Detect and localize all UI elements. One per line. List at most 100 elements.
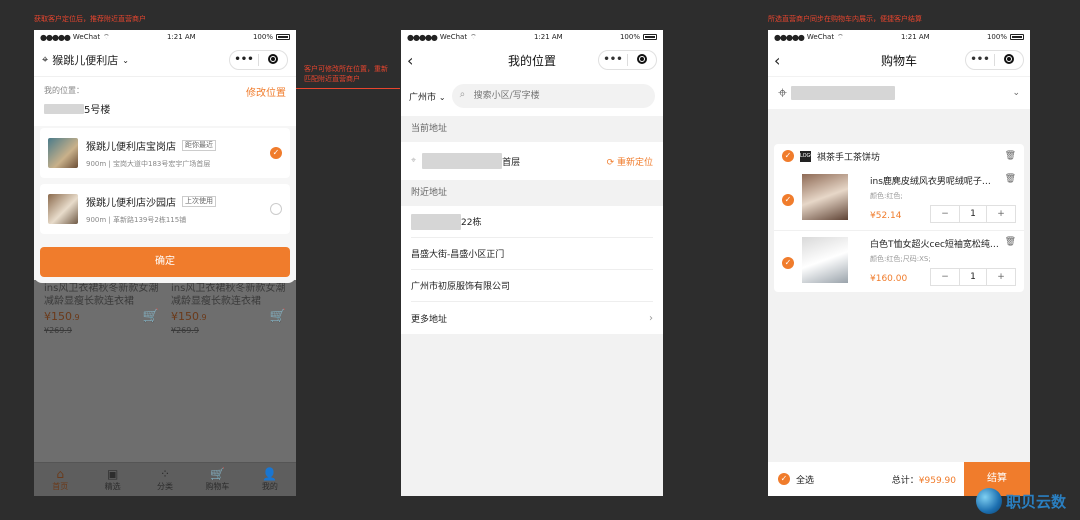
tab-home[interactable]: ⌂ 首页 [34,463,86,496]
phone-cart: ●●●●● WeChat ⌔ 1:21 AM 100% ‹ 购物车 ••• ⌖ ⌄ … [768,30,1030,496]
quantity-stepper: − 1 + [930,268,1016,286]
battery-icon [1009,34,1024,40]
list-item[interactable]: 广州市初原服饰有限公司 [411,270,653,302]
cart-total: 总计：¥959.90 [891,475,956,486]
store-name: 猴跳儿便利店沙园店 [86,197,176,209]
store-distance: 900m [86,215,107,224]
cart-icon[interactable]: 🛒 [143,310,159,324]
list-item[interactable]: 22栋 [411,206,653,238]
plus-button[interactable]: + [987,269,1015,285]
cart-shop-card: ✓ LOGO 祺茶手工茶饼坊 🗑 ✓ ins鹿麂皮绒风衣男呢绒呢子… 颜色:红色… [774,144,1024,292]
delivery-address[interactable]: ⌖ ⌄ [768,77,1030,109]
item-title: 白色T恤女超火cec短袖宽松纯… [870,240,999,250]
wifi-icon: ⌔ [470,32,477,41]
caption-3: 所选直营商户同步在购物车内展示，便捷客户结算 [768,15,922,23]
signal-icon: ●●●●● [407,32,438,42]
cart-icon[interactable]: 🛒 [270,310,286,324]
status-bar: ●●●●● WeChat ⌔ 1:21 AM 100% [768,30,1030,44]
globe-logo-icon [975,488,1002,514]
tab-bar: ⌂ 首页 ▣ 精选 ⁘ 分类 🛒 购物车 👤 我的 [34,462,296,496]
store-distance: 900m [86,159,107,168]
current-address-header: 当前地址 [401,116,663,142]
minus-button[interactable]: − [931,269,959,285]
tab-featured[interactable]: ▣ 精选 [86,463,138,496]
total-value: ¥959.90 [918,475,956,486]
redacted-text [44,103,84,114]
location-pin-icon: ⌖ [42,53,49,66]
product-price-decimal: .9 [72,313,80,322]
trash-icon[interactable]: 🗑 [1005,151,1016,161]
check-icon[interactable]: ✓ [782,194,794,206]
status-bar: ●●●●● WeChat ⌔ 1:21 AM 100% [34,30,296,44]
shop-logo: LOGO [800,150,814,162]
store-tag: 上次使用 [182,195,216,207]
item-spec: 颜色:红色;尺码:XS; [870,255,931,263]
product-old-price: ¥269.9 [171,326,199,335]
select-all-check-icon[interactable]: ✓ [778,473,790,485]
back-icon[interactable]: ‹ [774,51,794,70]
confirm-button[interactable]: 确定 [40,247,290,277]
store-option[interactable]: 猴跳儿便利店沙园店 上次使用 900m | 革新路139号2栋115铺 [40,184,290,234]
search-icon: ⌕ [459,89,466,100]
more-icon[interactable]: ••• [966,51,994,69]
cart-icon: 🛒 [209,467,225,481]
close-target-icon[interactable] [995,51,1023,69]
tab-category[interactable]: ⁘ 分类 [139,463,191,496]
watermark-text: 职贝云数 [1005,492,1066,511]
close-target-icon[interactable] [628,51,656,69]
product-card[interactable]: ins风卫衣裙秋冬新款女潮减龄显瘦长款连衣裙 ¥150.9 🛒 ¥269.9 [44,282,159,337]
trash-icon[interactable]: 🗑 [1005,237,1016,247]
more-icon[interactable]: ••• [230,51,258,69]
caption-1: 获取客户定位后，推荐附近直营商户 [34,15,146,23]
product-card[interactable]: ins风卫衣裙秋冬新款女潮减龄显瘦长款连衣裙 ¥150.9 🛒 ¥269.9 [171,282,286,337]
close-target-icon[interactable] [259,51,287,69]
product-price-decimal: .9 [199,313,207,322]
minus-button[interactable]: − [931,206,959,222]
tab-cart[interactable]: 🛒 购物车 [191,463,243,496]
mini-program-capsule: ••• [229,50,288,70]
trash-icon[interactable]: 🗑 [1005,174,1016,184]
quantity-value[interactable]: 1 [959,206,987,222]
product-old-price: ¥269.9 [44,326,72,335]
check-icon[interactable]: ✓ [782,257,794,269]
item-spec: 颜色:红色; [870,192,903,200]
item-title: ins鹿麂皮绒风衣男呢绒呢子… [870,177,991,187]
product-price-row: ¥150.9 🛒 [171,310,286,324]
nav-bar: ‹ 我的位置 ••• [401,44,663,76]
signal-icon: ●●●●● [774,32,805,42]
user-icon: 👤 [262,467,278,481]
location-address: 5号楼 [44,101,286,116]
nearby-address-list: 22栋 昌盛大街-昌盛小区正门 广州市初原服饰有限公司 更多地址 › [401,206,663,334]
quantity-value[interactable]: 1 [959,269,987,285]
plus-button[interactable]: + [987,206,1015,222]
product-thumbnail [802,237,848,283]
city-select[interactable]: 广州市 ⌄ [409,90,446,103]
store-thumbnail [48,194,78,224]
caption-2-pointer [290,88,400,89]
check-icon[interactable]: ✓ [270,147,282,159]
relocate-button[interactable]: ⟳ 重新定位 [607,155,653,168]
nav-bar: ⌖ 猴跳儿便利店 ⌄ ••• [34,44,296,76]
list-item[interactable]: 昌盛大街-昌盛小区正门 [411,238,653,270]
store-title[interactable]: 猴跳儿便利店 [52,52,118,68]
more-icon[interactable]: ••• [599,51,627,69]
chevron-down-icon[interactable]: ⌄ [122,56,129,65]
more-addresses[interactable]: 更多地址 › [411,302,653,334]
store-option[interactable]: 猴跳儿便利店宝岗店 距你最近 900m | 宝岗大道中183号宏宇广场首层 ✓ [40,128,290,178]
search-input[interactable] [451,84,655,108]
store-thumbnail [48,138,78,168]
location-pin-icon: ⌖ [778,83,788,102]
nav-bar: ‹ 购物车 ••• [768,44,1030,76]
edit-location-link[interactable]: 修改位置 [246,84,286,99]
back-icon[interactable]: ‹ [407,51,427,70]
chevron-right-icon: › [649,312,653,324]
product-price-row: ¥150.9 🛒 [44,310,159,324]
home-icon: ⌂ [56,467,65,481]
tab-mine[interactable]: 👤 我的 [244,463,296,496]
radio-unchecked-icon[interactable] [270,203,282,215]
battery-icon [275,34,290,40]
select-all-label[interactable]: 全选 [796,473,814,486]
store-tag: 距你最近 [182,139,216,151]
check-icon[interactable]: ✓ [782,150,794,162]
nearby-address-header: 附近地址 [401,180,663,206]
